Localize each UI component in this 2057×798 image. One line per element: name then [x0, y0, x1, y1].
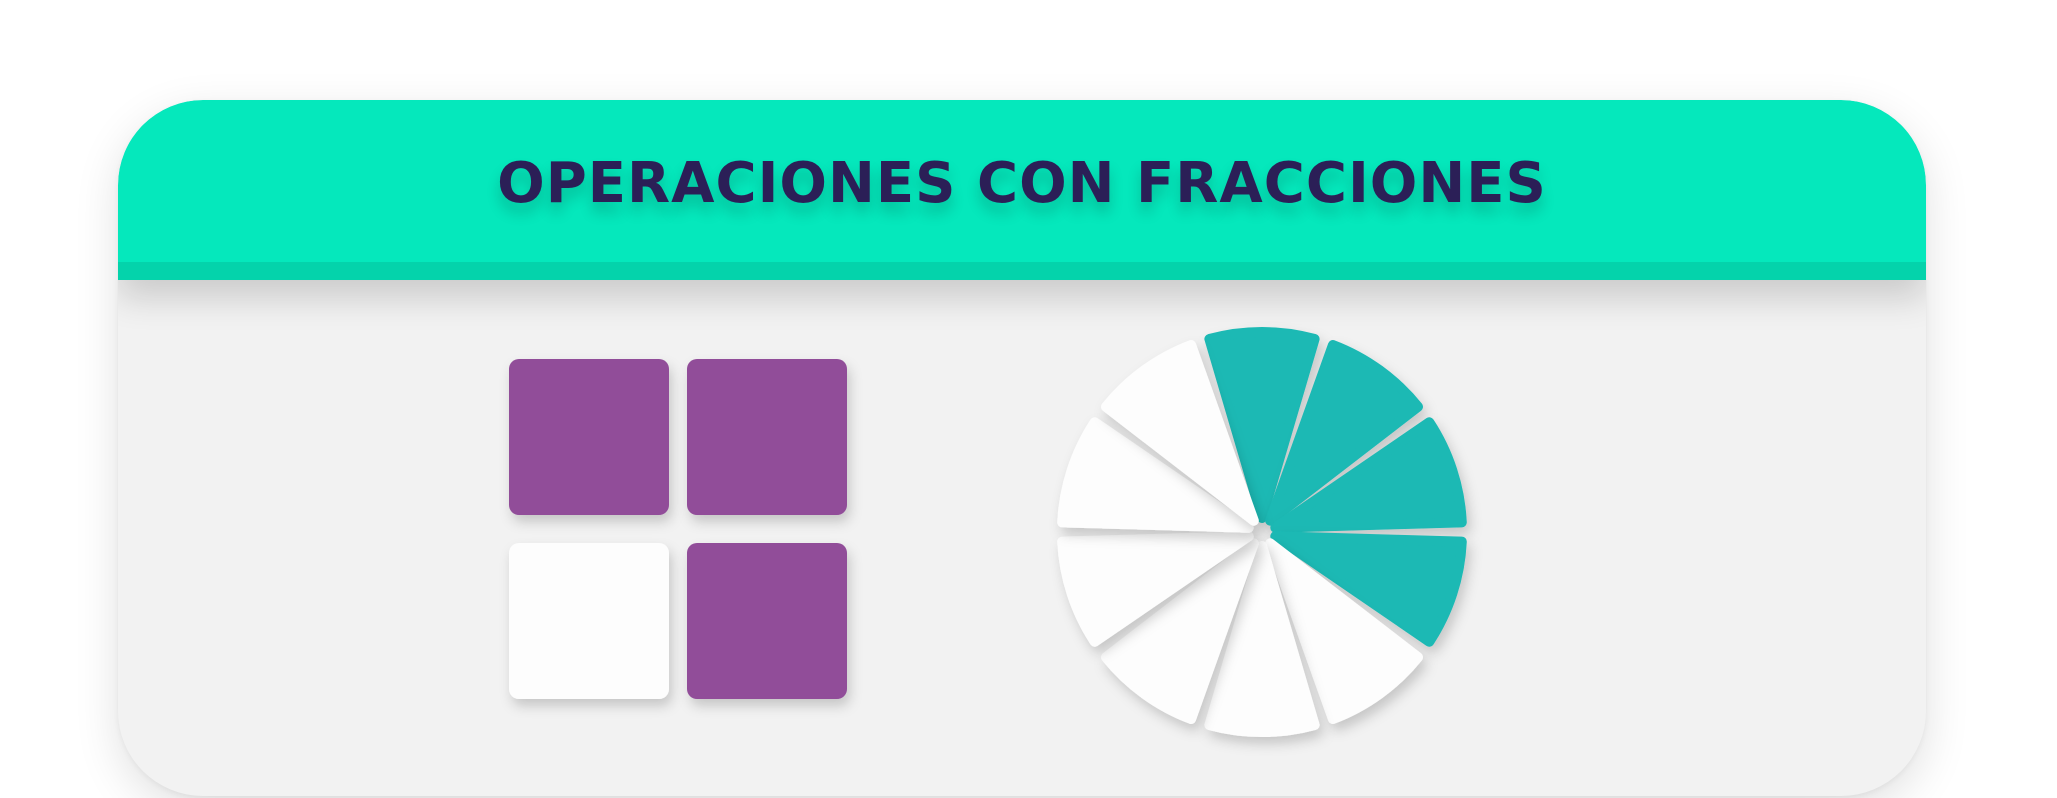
page-title: OPERACIONES CON FRACCIONES [497, 150, 1547, 216]
fraction-card: OPERACIONES CON FRACCIONES [118, 100, 1926, 796]
fraction-infographic: OPERACIONES CON FRACCIONES [0, 0, 2057, 798]
